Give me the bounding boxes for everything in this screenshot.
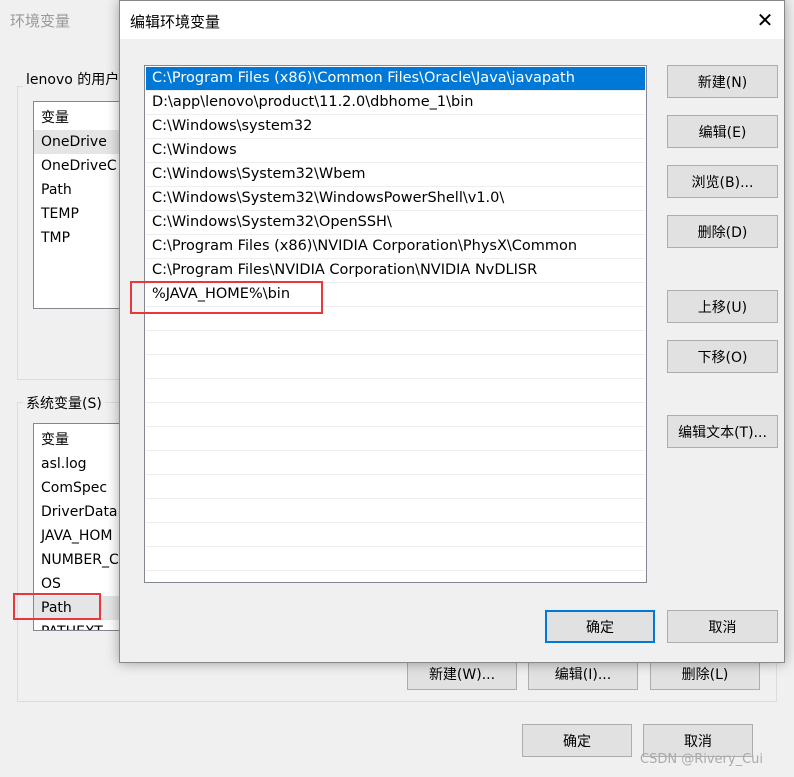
path-item[interactable]: C:\Windows\System32\OpenSSH\ (146, 211, 645, 235)
empty-row[interactable] (146, 403, 645, 427)
empty-row[interactable] (146, 499, 645, 523)
empty-row[interactable] (146, 355, 645, 379)
path-item[interactable]: C:\Program Files (x86)\Common Files\Orac… (146, 67, 645, 91)
empty-row[interactable] (146, 547, 645, 571)
ok-button[interactable]: 确定 (545, 610, 655, 643)
move-up-button[interactable]: 上移(U) (667, 290, 778, 323)
path-item[interactable]: C:\Windows (146, 139, 645, 163)
background-dialog-title: 环境变量 (10, 12, 71, 30)
edit-button[interactable]: 编辑(E) (667, 115, 778, 148)
empty-row[interactable] (146, 427, 645, 451)
path-item[interactable]: C:\Program Files\NVIDIA Corporation\NVID… (146, 259, 645, 283)
background-ok-button[interactable]: 确定 (522, 724, 632, 757)
cancel-button[interactable]: 取消 (667, 610, 778, 643)
user-vars-group-label: lenovo 的用户 (23, 69, 123, 89)
path-item[interactable]: C:\Windows\system32 (146, 115, 645, 139)
path-item[interactable]: C:\Windows\System32\Wbem (146, 163, 645, 187)
path-item[interactable]: C:\Windows\System32\WindowsPowerShell\v1… (146, 187, 645, 211)
path-list[interactable]: C:\Program Files (x86)\Common Files\Orac… (144, 65, 647, 583)
dialog-title: 编辑环境变量 (130, 13, 221, 31)
path-item[interactable]: D:\app\lenovo\product\11.2.0\dbhome_1\bi… (146, 91, 645, 115)
delete-button[interactable]: 删除(D) (667, 215, 778, 248)
highlight-java-home-box (130, 281, 323, 314)
title-bar: 编辑环境变量 ✕ (120, 1, 784, 39)
watermark: CSDN @Rivery_Cui (640, 752, 763, 767)
empty-row[interactable] (146, 379, 645, 403)
close-icon[interactable]: ✕ (752, 7, 778, 33)
new-button[interactable]: 新建(N) (667, 65, 778, 98)
empty-row[interactable] (146, 331, 645, 355)
empty-row[interactable] (146, 523, 645, 547)
empty-row[interactable] (146, 451, 645, 475)
highlight-path-box (13, 593, 101, 620)
browse-button[interactable]: 浏览(B)... (667, 165, 778, 198)
move-down-button[interactable]: 下移(O) (667, 340, 778, 373)
path-item[interactable]: C:\Program Files (x86)\NVIDIA Corporatio… (146, 235, 645, 259)
empty-row[interactable] (146, 475, 645, 499)
system-vars-group-label: 系统变量(S) (23, 393, 105, 413)
edit-text-button[interactable]: 编辑文本(T)... (667, 415, 778, 448)
edit-env-dialog: 编辑环境变量 ✕ C:\Program Files (x86)\Common F… (119, 0, 785, 663)
